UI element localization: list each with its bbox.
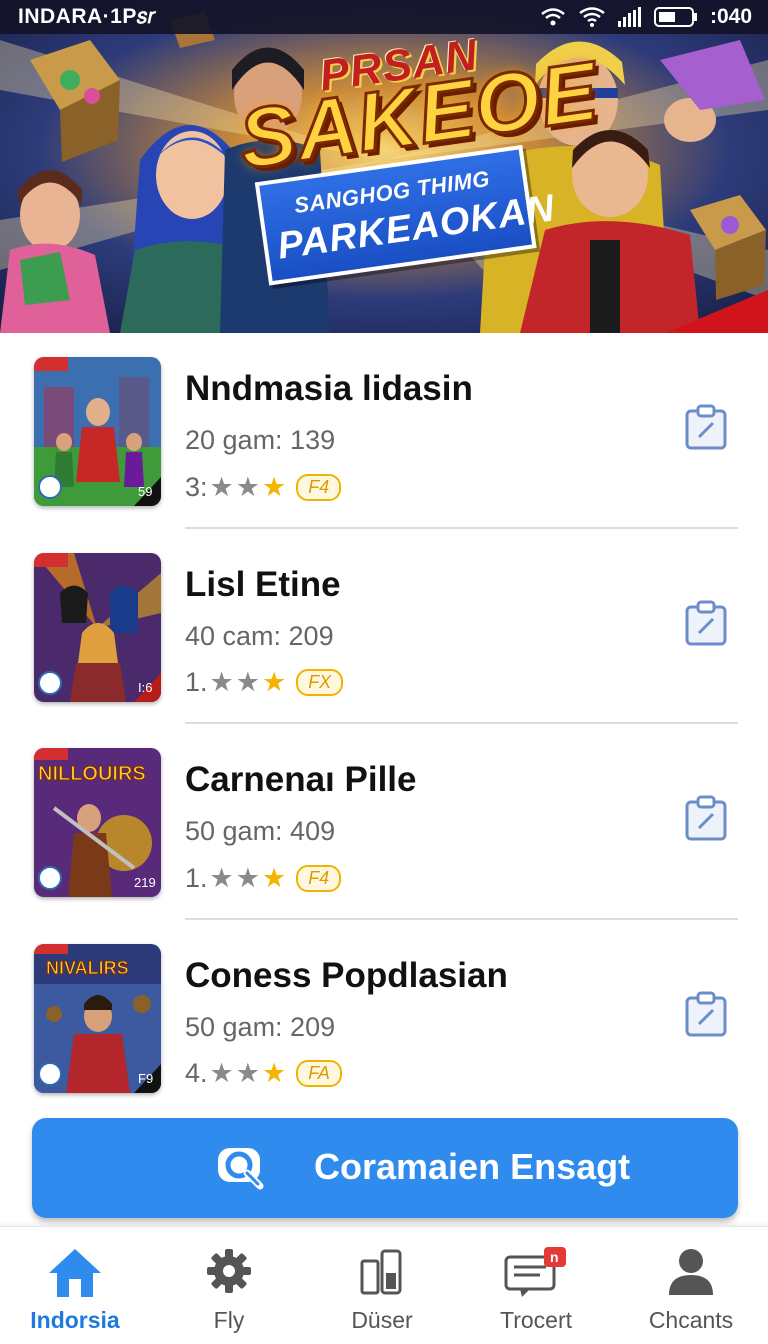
star-icon: ★ <box>261 667 287 697</box>
star-icon: ★ <box>209 667 234 697</box>
search-button-label: Coramaien Ensagt <box>314 1146 631 1187</box>
rating-prefix: 1. <box>185 862 208 893</box>
star-icon: ★ <box>261 471 287 502</box>
status-time: :040 <box>709 5 752 28</box>
bottom-nav: Indorsia Fly Düser n Trocert Chcants <box>0 1226 768 1344</box>
star-icon: ★ <box>235 667 260 697</box>
nav-item-home[interactable]: Indorsia <box>0 1227 150 1344</box>
status-icons: :040 <box>540 5 752 29</box>
star-icon: ★ <box>209 1058 234 1088</box>
thumb-badge: 59 <box>138 484 152 499</box>
game-tag: F4 <box>296 864 342 892</box>
message-icon: n <box>504 1247 566 1297</box>
star-icon: ★ <box>235 862 260 893</box>
game-thumbnail[interactable]: NILLOUIRS 219 <box>34 748 161 897</box>
list-item[interactable]: NIVALIRS F9 Coness Popdlasian 50 gam: 20… <box>0 920 768 1116</box>
game-meta: 50 gam: 409 <box>185 816 336 846</box>
nav-label: Indorsia <box>30 1307 120 1333</box>
nav-label: Chcants <box>648 1307 734 1333</box>
nav-badge: n <box>550 1249 559 1265</box>
search-icon <box>218 1148 264 1190</box>
gear-icon <box>207 1249 251 1293</box>
list-item[interactable]: I:6 Lisl Etine 40 cam: 209 1. ★ ★ ★ FX <box>0 529 768 724</box>
device-icon <box>360 1249 402 1295</box>
game-title[interactable]: Carnenaı Pille <box>185 760 416 800</box>
status-carrier: INDARA·1Ρ𝑠𝑟 <box>18 5 156 28</box>
game-title[interactable]: Coness Popdlasian <box>185 956 508 996</box>
star-icon: ★ <box>235 471 260 502</box>
list-item[interactable]: 59 Nndmasia lidasin 20 gam: 139 3: ★ ★ ★… <box>0 333 768 529</box>
nav-item-user[interactable]: Düser <box>307 1227 457 1344</box>
wifi-icon <box>541 8 565 26</box>
rating-row: 3: ★ ★ ★ F4 <box>185 471 342 503</box>
thumb-title: NIVALIRS <box>46 958 129 978</box>
nav-item-settings[interactable]: Fly <box>154 1227 304 1344</box>
game-tag: FA <box>296 1060 342 1087</box>
rating-row: 4. ★ ★ ★ FA <box>185 1058 342 1090</box>
thumb-badge: I:6 <box>138 680 152 695</box>
signal-icon <box>617 7 641 27</box>
person-icon <box>669 1249 713 1295</box>
game-thumbnail[interactable]: NIVALIRS F9 <box>34 943 161 1093</box>
game-list: 59 Nndmasia lidasin 20 gam: 139 3: ★ ★ ★… <box>0 333 768 1115</box>
game-thumbnail[interactable]: I:6 <box>34 552 161 702</box>
rating-prefix: 4. <box>185 1058 208 1088</box>
game-meta: 40 cam: 209 <box>185 620 334 651</box>
search-button[interactable]: Coramaien Ensagt <box>32 1118 738 1218</box>
game-tag: F4 <box>296 473 342 501</box>
edit-icon[interactable] <box>684 794 728 842</box>
game-thumbnail[interactable]: 59 <box>34 357 161 506</box>
rating-row: 1. ★ ★ ★ FX <box>185 667 344 699</box>
hero-banner[interactable]: PRSAN SAKEOE SANGHOG THIMG PARKEAOKAN <box>0 0 768 333</box>
game-meta: 20 gam: 139 <box>185 425 336 455</box>
home-icon <box>49 1249 101 1297</box>
edit-icon[interactable] <box>684 990 728 1038</box>
star-icon: ★ <box>209 471 234 502</box>
edit-icon[interactable] <box>684 403 728 451</box>
star-icon: ★ <box>261 862 287 893</box>
rating-prefix: 3: <box>185 471 208 502</box>
star-icon: ★ <box>209 862 234 893</box>
nav-label: Trocert <box>500 1307 572 1333</box>
wifi-strong-icon <box>579 7 605 27</box>
thumb-badge: F9 <box>138 1071 153 1086</box>
status-bar: INDARA·1Ρ𝑠𝑟 :040 <box>0 0 768 34</box>
battery-icon <box>653 7 697 27</box>
game-title[interactable]: Lisl Etine <box>185 565 341 605</box>
edit-icon[interactable] <box>684 599 728 647</box>
thumb-title: NILLOUIRS <box>38 763 146 785</box>
list-item[interactable]: NILLOUIRS 219 Carnenaı Pille 50 gam: 409… <box>0 724 768 920</box>
star-icon: ★ <box>261 1058 287 1088</box>
game-meta: 50 gam: 209 <box>185 1011 336 1042</box>
nav-label: Fly <box>213 1307 245 1333</box>
thumb-badge: 219 <box>134 875 156 890</box>
rating-prefix: 1. <box>185 667 208 697</box>
nav-label: Düser <box>351 1307 413 1333</box>
star-icon: ★ <box>235 1058 260 1088</box>
game-tag: FX <box>296 669 344 696</box>
nav-item-messages[interactable]: n Trocert <box>461 1227 611 1344</box>
nav-item-profile[interactable]: Chcants <box>616 1227 766 1344</box>
rating-row: 1. ★ ★ ★ F4 <box>185 862 342 894</box>
game-title[interactable]: Nndmasia lidasin <box>185 369 473 409</box>
